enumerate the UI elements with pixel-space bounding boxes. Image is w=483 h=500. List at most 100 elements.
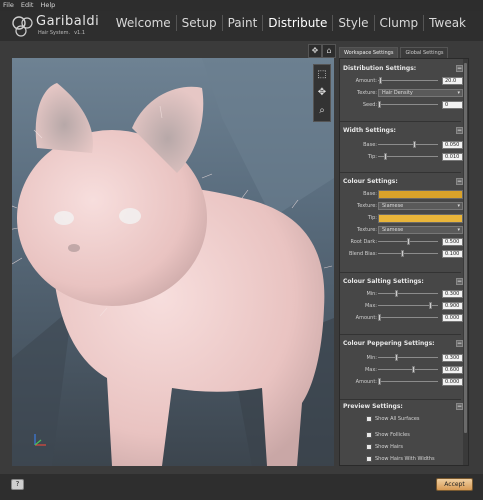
scrollbar-thumb[interactable] [464,63,467,433]
section-title: Colour Peppering Settings: [343,340,435,347]
base-field[interactable]: 0.050 [442,141,463,149]
home-icon[interactable]: ⌂ [322,44,336,58]
tip-colour-label: Tip: [367,215,377,221]
collapse-button[interactable]: − [456,127,463,134]
base-texture-select[interactable]: Siamese [378,202,463,210]
amount-slider[interactable] [378,77,438,84]
min-slider[interactable] [378,354,438,361]
3d-viewport[interactable]: ⬚ ✥ ⌕ [12,58,334,466]
tip-field[interactable]: 0.010 [442,153,463,161]
move-tool-icon[interactable]: ✥ [315,85,329,101]
texture-label: Texture: [357,203,377,209]
help-button[interactable]: ? [11,479,24,490]
section-title: Width Settings: [343,127,396,134]
tab-welcome[interactable]: Welcome [111,15,176,31]
show-hairs-with-widths-label: Show Hairs With Widths [375,456,435,462]
min-field[interactable]: 0.300 [442,290,463,298]
settings-panel: Distribution Settings: − Amount: 20.0 Text… [339,58,469,466]
base-colour-swatch[interactable] [378,190,463,199]
blend-bias-label: Blend Bias: [348,251,377,257]
texture-select[interactable]: Hair Density [378,89,463,97]
viewport-options-icon[interactable]: ✥ [308,44,322,58]
colour-salting-settings: Colour Salting Settings: − Min: 0.300 Max:… [342,276,463,324]
show-all-surfaces-label: Show All Surfaces [375,416,420,422]
amount-label: Amount: [355,78,377,84]
min-label: Min: [366,291,377,297]
zoom-tool-icon[interactable]: ⌕ [315,103,329,119]
max-label: Max: [364,367,377,373]
seed-field[interactable]: 0 [442,101,463,109]
tip-slider[interactable] [378,153,438,160]
slider-knob[interactable] [413,141,417,148]
collapse-button[interactable]: − [456,178,463,185]
collapse-button[interactable]: − [456,278,463,285]
max-slider[interactable] [378,302,438,309]
tab-setup[interactable]: Setup [175,15,222,31]
menu-help[interactable]: Help [40,0,55,11]
amount-field[interactable]: 0.000 [442,314,463,322]
colour-settings: Colour Settings: − Base: Texture: Siamese … [342,176,463,260]
show-all-surfaces-checkbox[interactable] [366,416,372,422]
amount-slider[interactable] [378,378,438,385]
menu-bar: File Edit Help [0,0,483,11]
menu-edit[interactable]: Edit [21,0,34,11]
accept-button[interactable]: Accept [436,478,473,491]
slider-knob[interactable] [395,290,399,297]
tip-texture-select[interactable]: Siamese [378,226,463,234]
preview-settings: Preview Settings: − Show All Surfaces Sho… [342,401,463,465]
show-follicles-checkbox[interactable] [366,432,372,438]
amount-field[interactable]: 20.0 [442,77,463,85]
max-field[interactable]: 0.600 [442,366,463,374]
app-subtitle: Hair System. v1.1 [38,30,86,36]
tab-workspace-settings[interactable]: Workspace Settings [339,47,399,58]
tab-global-settings[interactable]: Global Settings [400,47,449,58]
amount-field[interactable]: 0.000 [442,378,463,386]
collapse-button[interactable]: − [456,340,463,347]
collapse-button[interactable]: − [456,65,463,72]
collapse-button[interactable]: − [456,403,463,410]
slider-knob[interactable] [383,153,387,160]
tip-colour-swatch[interactable] [378,214,463,223]
tab-paint[interactable]: Paint [221,15,263,31]
show-hairs-checkbox[interactable] [366,444,372,450]
slider-knob[interactable] [412,366,416,373]
base-slider[interactable] [378,141,438,148]
base-label: Base: [363,142,377,148]
tab-clump[interactable]: Clump [373,15,424,31]
root-dark-field[interactable]: 0.500 [442,238,463,246]
viewport-tools: ⬚ ✥ ⌕ [313,64,331,122]
tab-tweak[interactable]: Tweak [423,15,471,31]
min-field[interactable]: 0.300 [442,354,463,362]
app-title: Garibaldi [36,14,100,29]
distribution-settings: Distribution Settings: − Amount: 20.0 Text… [342,63,463,111]
show-hairs-label: Show Hairs [375,444,403,450]
show-hairs-with-widths-checkbox[interactable] [366,456,372,462]
kitten-render [12,58,334,466]
slider-knob[interactable] [379,77,383,84]
slider-knob[interactable] [406,238,410,245]
blend-bias-field[interactable]: 0.100 [442,250,463,258]
panel-scrollbar[interactable] [463,59,468,465]
axis-gizmo-icon [34,434,46,446]
menu-file[interactable]: File [3,0,14,11]
min-slider[interactable] [378,290,438,297]
slider-knob[interactable] [378,101,381,108]
slider-knob[interactable] [395,354,399,361]
max-slider[interactable] [378,366,438,373]
root-dark-slider[interactable] [378,238,438,245]
seed-slider[interactable] [378,101,438,108]
select-tool-icon[interactable]: ⬚ [315,67,329,83]
tab-distribute[interactable]: Distribute [262,15,332,31]
tip-label: Tip: [367,154,377,160]
slider-knob[interactable] [378,378,381,385]
max-field[interactable]: 0.900 [442,302,463,310]
blend-bias-slider[interactable] [378,250,438,257]
tab-style[interactable]: Style [332,15,373,31]
slider-knob[interactable] [400,250,404,257]
slider-knob[interactable] [378,314,381,321]
amount-slider[interactable] [378,314,438,321]
seed-label: Seed: [362,102,377,108]
base-colour-label: Base: [363,191,377,197]
section-title: Colour Settings: [343,178,398,185]
slider-knob[interactable] [429,302,433,309]
